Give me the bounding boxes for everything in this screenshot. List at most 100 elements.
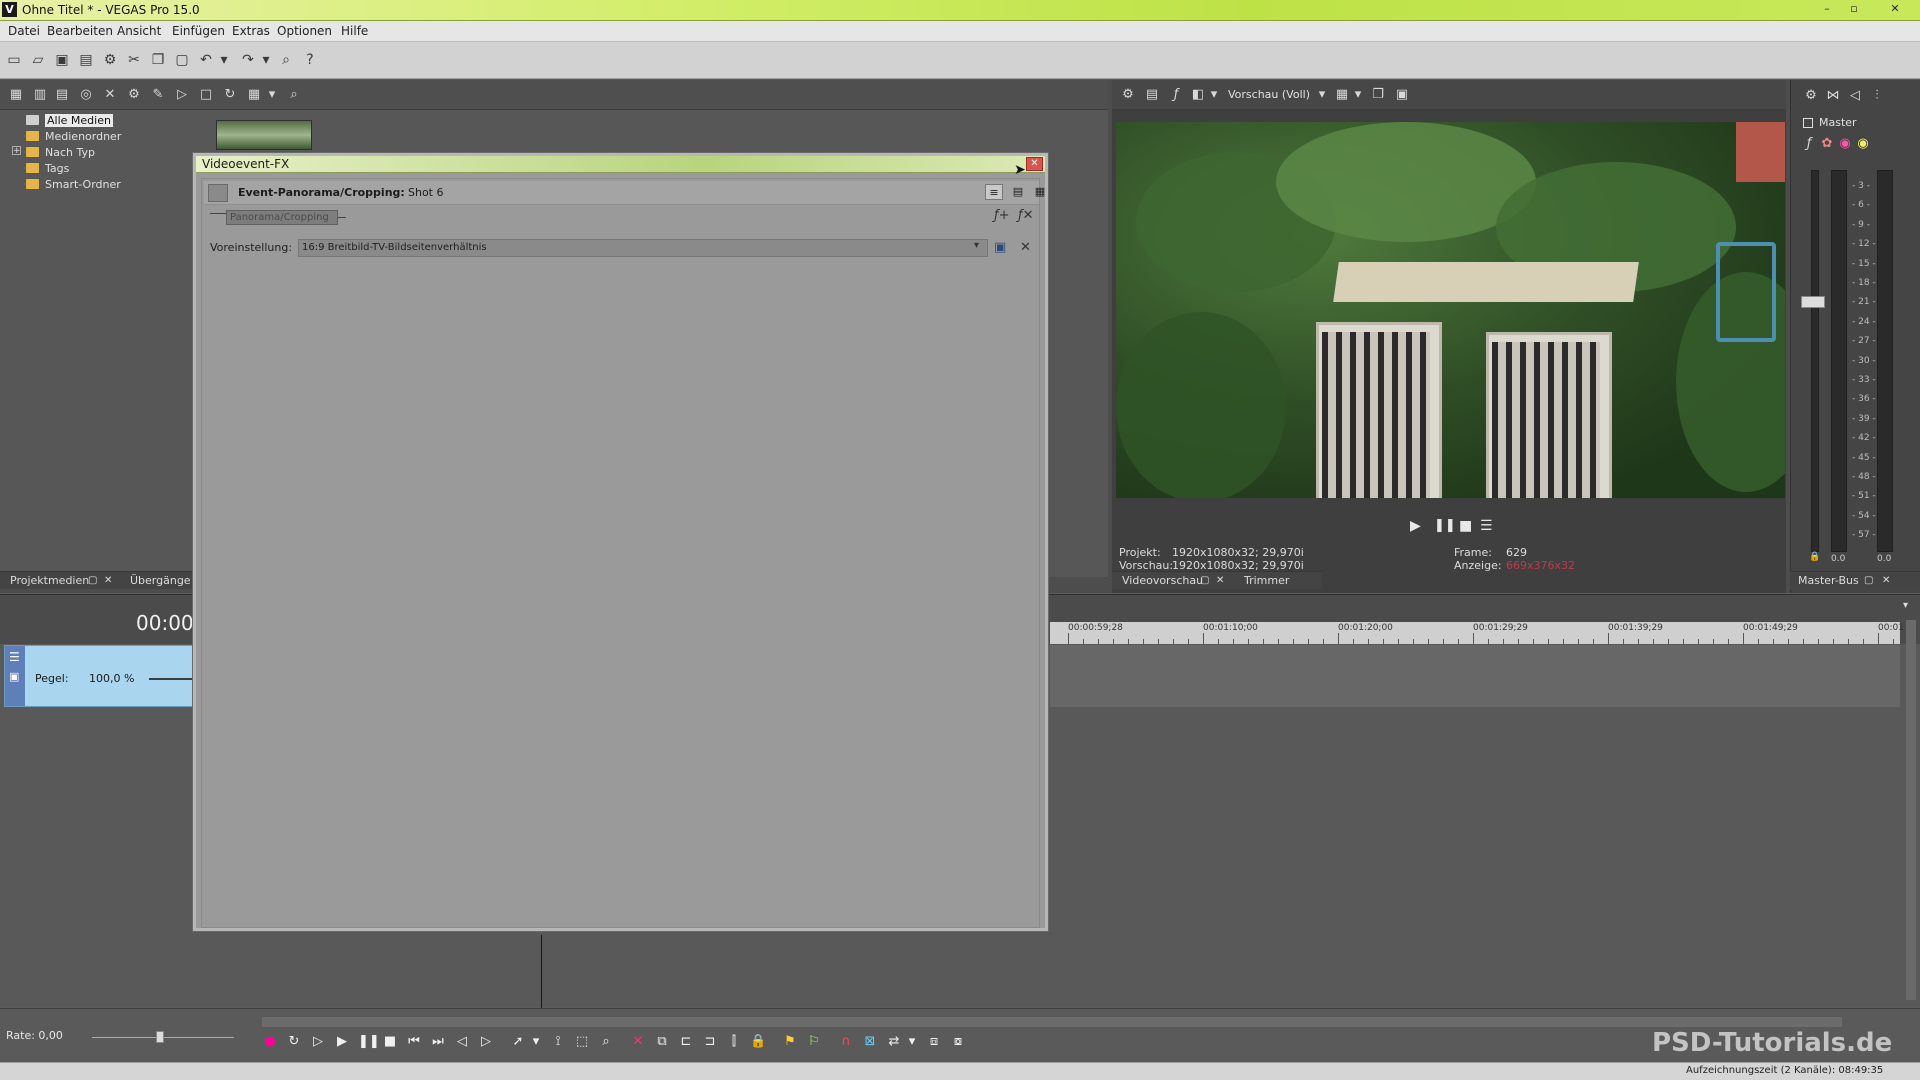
mixer-faders-icon[interactable]: ⫶ (1869, 88, 1885, 104)
ripple-mode-icon[interactable]: ⇄ (886, 1034, 902, 1050)
prev-frame-icon[interactable]: ◁ (454, 1034, 470, 1050)
marker-bar-icon[interactable]: ▾ (1903, 600, 1915, 612)
preview-settings-gear-icon[interactable]: ⚙ (1120, 87, 1136, 103)
playhead-cursor[interactable] (541, 935, 542, 1010)
remove-unused-icon[interactable]: ◎ (78, 87, 94, 103)
preview-pause-icon[interactable]: ❚❚ (1434, 518, 1456, 534)
zoom-tool-icon[interactable]: ⌕ (598, 1034, 614, 1050)
undo-icon[interactable]: ↶ (198, 52, 214, 68)
tree-item-nach-typ[interactable]: Nach Typ (26, 146, 95, 159)
mixer-settings-gear-icon[interactable]: ⚙ (1803, 88, 1819, 104)
master-mute-icon[interactable]: ◉ (1837, 136, 1853, 152)
preview-device-icon[interactable]: ▤ (1144, 87, 1160, 103)
pause-icon[interactable]: ❚❚ (358, 1034, 380, 1050)
tree-item-tags[interactable]: Tags (26, 162, 69, 175)
ripple-dropdown-icon[interactable]: ▾ (904, 1034, 920, 1050)
master-fader-track[interactable] (1811, 170, 1819, 552)
tab-videovorschau[interactable]: Videovorschau (1122, 574, 1203, 587)
whats-this-icon[interactable]: ? (302, 52, 318, 68)
views-dropdown-icon[interactable]: ▾ (264, 87, 280, 103)
close-tab-icon[interactable]: ✕ (104, 575, 112, 586)
insert-marker-icon[interactable]: ⚑ (782, 1034, 798, 1050)
help-pointer-icon[interactable]: ⌕ (278, 52, 294, 68)
copy-snapshot-icon[interactable]: ❐ (1370, 87, 1386, 103)
remove-fx-icon[interactable]: ƒ✕ (1018, 208, 1033, 223)
menu-optionen[interactable]: Optionen (277, 24, 332, 38)
track-lane[interactable] (1050, 645, 1900, 707)
fx-chain-item-panorama[interactable]: Panorama/Cropping (226, 210, 338, 225)
master-fx-chain-icon[interactable]: ✿ (1819, 136, 1835, 152)
preview-menu-icon[interactable]: ☰ (1480, 518, 1496, 534)
view-list-icon[interactable]: ≡ (985, 184, 1003, 200)
vertical-scrollbar[interactable] (1906, 620, 1916, 1000)
trim-start-icon[interactable]: ⊏ (678, 1034, 694, 1050)
render-icon[interactable]: ▤ (78, 52, 94, 68)
menu-hilfe[interactable]: Hilfe (341, 24, 368, 38)
minimize-button[interactable]: – (1816, 2, 1838, 16)
fader-lock-icon[interactable]: 🔒 (1809, 552, 1820, 562)
tab-projektmedien[interactable]: Projektmedien (10, 574, 89, 587)
overlays-dropdown-icon[interactable]: ▾ (1350, 87, 1366, 103)
preset-dropdown-arrow-icon[interactable]: ▾ (974, 240, 979, 251)
normal-edit-tool-icon[interactable]: ➚ (510, 1034, 526, 1050)
preset-dropdown[interactable]: 16:9 Breitbild-TV-Bildseitenverhältnis (298, 239, 988, 257)
save-preset-icon[interactable]: ▣ (994, 240, 1006, 255)
video-track-header[interactable]: ☰ ▣ Pegel: 100,0 % (4, 645, 194, 707)
play-from-start-icon[interactable]: ▷ (310, 1034, 326, 1050)
capture-icon[interactable]: ▥ (32, 87, 48, 103)
trim-icon[interactable]: ⧉ (654, 1034, 670, 1050)
video-fx-icon[interactable]: ƒ (1168, 87, 1184, 103)
tree-item-alle-medien[interactable]: Alle Medien (26, 114, 113, 127)
menu-datei[interactable]: Datei (8, 24, 40, 38)
play-icon[interactable]: ▶ (334, 1034, 350, 1050)
quality-dropdown-icon[interactable]: ▾ (1314, 87, 1330, 103)
loop-playback-icon[interactable]: ↻ (286, 1034, 302, 1050)
delete-preset-icon[interactable]: ✕ (1020, 240, 1031, 255)
stop-icon[interactable]: ■ (382, 1034, 398, 1050)
auto-ripple-icon[interactable]: ⊠ (862, 1034, 878, 1050)
copy-icon[interactable]: ❐ (150, 52, 166, 68)
insert-region-icon[interactable]: ⚐ (806, 1034, 822, 1050)
envelope-tool-icon[interactable]: ⟟ (550, 1034, 566, 1050)
redo-icon[interactable]: ↷ (240, 52, 256, 68)
lock-envelopes-icon[interactable]: ⧈ (926, 1034, 942, 1050)
delete-icon[interactable]: ✕ (102, 87, 118, 103)
menu-extras[interactable]: Extras (232, 24, 270, 38)
track-menu-icon[interactable]: ☰ (9, 650, 20, 664)
close-tab-icon[interactable]: ✕ (1216, 575, 1224, 586)
search-media-icon[interactable]: ⌕ (286, 87, 302, 103)
ignore-grouping-icon[interactable]: ⧇ (950, 1034, 966, 1050)
snapping-icon[interactable]: ∩ (838, 1034, 854, 1050)
menu-bearbeiten[interactable]: Bearbeiten (47, 24, 113, 38)
menu-ansicht[interactable]: Ansicht (117, 24, 161, 38)
media-properties-icon[interactable]: ⚙ (126, 87, 142, 103)
next-frame-icon[interactable]: ▷ (478, 1034, 494, 1050)
close-tab-icon[interactable]: ✕ (1882, 575, 1890, 586)
timeline-ruler[interactable]: 00:00:59;28 00:01:10;00 00:01:20;00 00:01:2… (1050, 622, 1904, 644)
preview-play-icon[interactable]: ▶ (1410, 518, 1426, 534)
close-window-button[interactable]: ✕ (1884, 2, 1906, 16)
views-icon[interactable]: ▦ (246, 87, 262, 103)
undock-icon[interactable]: ▢ (88, 575, 97, 586)
media-thumbnail[interactable] (216, 120, 312, 150)
master-solo-icon[interactable]: ◉ (1855, 136, 1871, 152)
mixer-downmix-icon[interactable]: ⋈ (1825, 88, 1841, 104)
open-folder-icon[interactable]: ▱ (30, 52, 46, 68)
undo-dropdown-icon[interactable]: ▾ (216, 52, 232, 68)
preview-quality-select[interactable]: Vorschau (Voll) (1228, 88, 1310, 101)
cut-icon[interactable]: ✂ (126, 52, 142, 68)
overlays-grid-icon[interactable]: ▦ (1334, 87, 1350, 103)
master-fader-handle[interactable] (1801, 296, 1825, 308)
save-icon[interactable]: ▣ (54, 52, 70, 68)
lock-icon[interactable]: 🔒 (750, 1034, 766, 1050)
view-grid-icon[interactable]: ▦ (1031, 184, 1049, 200)
view-split-icon[interactable]: ▤ (1009, 184, 1027, 200)
rate-slider-handle[interactable] (156, 1031, 164, 1043)
restore-button[interactable]: ▫ (1843, 2, 1865, 16)
horizontal-scrollbar[interactable] (262, 1017, 1842, 1027)
play-media-icon[interactable]: ▷ (174, 87, 190, 103)
tab-uebergaenge[interactable]: Übergänge (130, 574, 191, 587)
import-media-icon[interactable]: ▦ (8, 87, 24, 103)
edit-tool-dropdown-icon[interactable]: ▾ (528, 1034, 544, 1050)
undock-icon[interactable]: ▢ (1200, 575, 1209, 586)
